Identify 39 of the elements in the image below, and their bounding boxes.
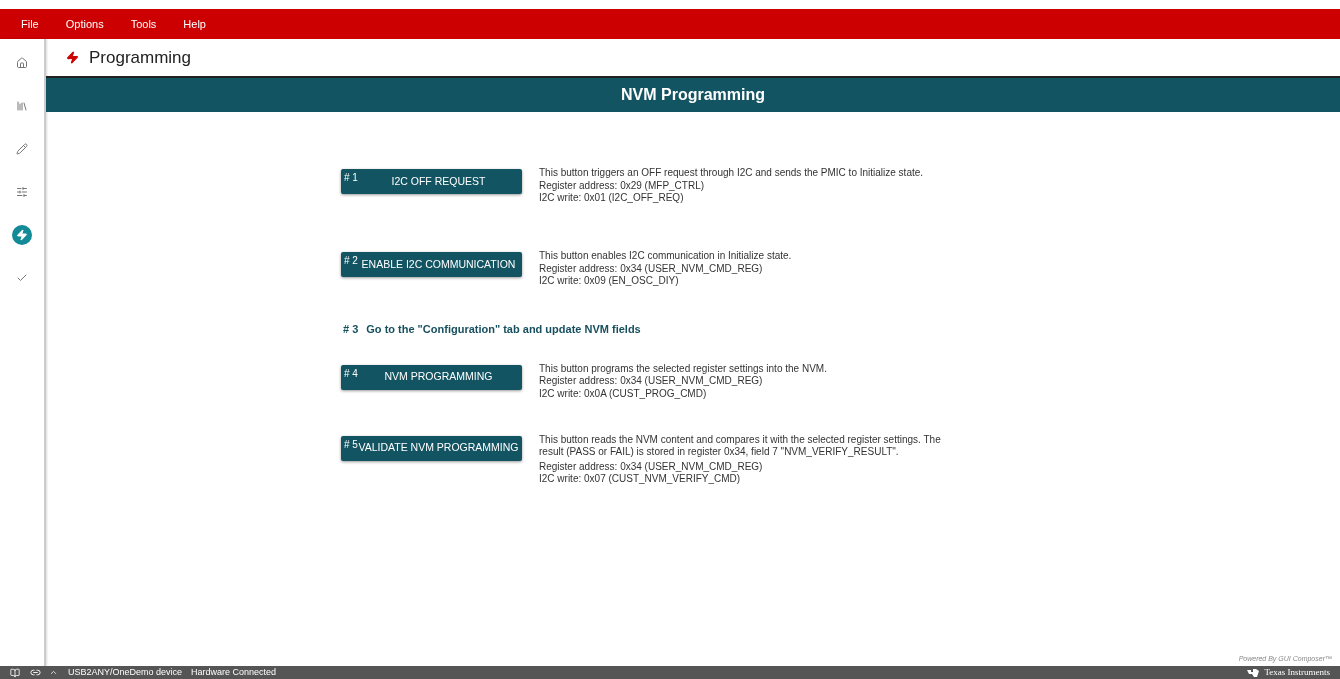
- description-text: This button programs the selected register settings into the NVM.: [539, 362, 828, 375]
- lightning-icon: [66, 51, 79, 64]
- step-button[interactable]: # 2 ENABLE I2C COMMUNICATION: [341, 252, 522, 277]
- description-text: Register address: 0x34 (USER_NVM_CMD_REG): [539, 375, 764, 388]
- brand-text: Texas Instruments: [1264, 665, 1330, 679]
- library-icon: [16, 100, 28, 112]
- step-button[interactable]: # 4 NVM PROGRAMMING: [341, 364, 522, 390]
- step-button[interactable]: # 1 I2C OFF REQUEST: [341, 169, 522, 194]
- check-icon: [16, 272, 28, 284]
- caret-icon[interactable]: [49, 668, 58, 677]
- description-text: I2C write: 0x01 (I2C_OFF_REQ): [539, 192, 685, 205]
- description-text: I2C write: 0x07 (CUST_NVM_VERIFY_CMD): [539, 473, 742, 486]
- instruction-text: Go to the "Configuration" tab and update NVM fields: [366, 322, 641, 337]
- logo-icon: [1246, 667, 1261, 678]
- book-icon[interactable]: [10, 667, 20, 678]
- menu-item[interactable]: File: [21, 15, 39, 33]
- description-text: Register address: 0x34 (USER_NVM_CMD_REG): [539, 262, 764, 275]
- device-text: USB2ANY/OneDemo device: [68, 665, 183, 679]
- menu-item[interactable]: Help: [183, 15, 206, 33]
- menu-item[interactable]: Tools: [130, 15, 157, 33]
- menu-item[interactable]: Options: [65, 15, 104, 33]
- description-text: This button reads the NVM content and compares it with the selected register settings. The result (PASS or FAIL) is stored in register 0x34, field 7 "NVM_VERIFY_RESULT".: [539, 433, 942, 459]
- step-number: # 3: [343, 322, 359, 337]
- description-text: I2C write: 0x0A (CUST_PROG_CMD): [539, 387, 708, 400]
- page-title: Programming: [89, 46, 192, 69]
- description-text: This button enables I2C communication in Initialize state.: [539, 250, 793, 263]
- sliders-icon: [16, 186, 28, 198]
- step-button[interactable]: # 5VALIDATE NVM PROGRAMMING: [341, 435, 522, 461]
- description-text: Register address: 0x29 (MFP_CTRL): [539, 179, 706, 192]
- link-icon[interactable]: [30, 667, 41, 678]
- lightning-icon: [16, 229, 28, 241]
- home-icon: [16, 57, 28, 69]
- description-text: Register address: 0x34 (USER_NVM_CMD_REG): [539, 460, 764, 473]
- pencil-icon: [16, 143, 28, 155]
- sidebar-item[interactable]: [12, 225, 32, 245]
- description-text: I2C write: 0x09 (EN_OSC_DIY): [539, 275, 680, 288]
- connection-text: Hardware Connected: [191, 665, 277, 679]
- description-text: This button triggers an OFF request through I2C and sends the PMIC to Initialize state.: [539, 167, 925, 180]
- panel-header: NVM Programming: [46, 76, 1340, 112]
